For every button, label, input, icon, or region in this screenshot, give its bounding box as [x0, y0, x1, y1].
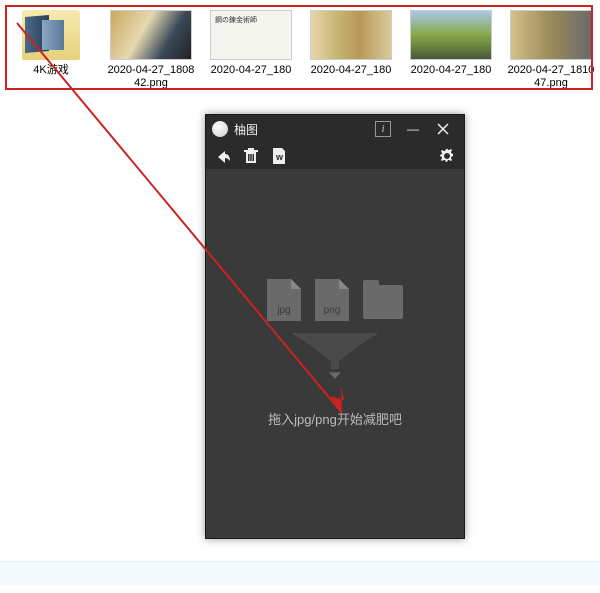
gear-icon — [439, 148, 455, 164]
minimize-icon: — — [407, 122, 419, 136]
drop-area[interactable]: jpg png 拖入jpg/png开始减肥吧 — [206, 169, 464, 538]
file-label: 2020-04-27_180842.png — [106, 64, 196, 90]
folder-icon — [22, 10, 80, 60]
file-item[interactable]: 2020-04-27_180 — [308, 10, 394, 90]
document-button[interactable]: w — [270, 147, 288, 165]
window-title: 柚图 — [234, 121, 258, 138]
back-icon — [215, 148, 231, 164]
png-icon[interactable]: png — [315, 279, 349, 321]
app-window: 柚图 i — w jpg png — [205, 114, 465, 539]
image-thumbnail — [410, 10, 492, 60]
file-item[interactable]: 4K游戏 — [8, 10, 94, 90]
file-label: 2020-04-27_181047.png — [506, 64, 596, 90]
back-button[interactable] — [214, 147, 232, 165]
info-button[interactable]: i — [368, 117, 398, 141]
image-thumbnail — [210, 10, 292, 60]
jpg-icon[interactable]: jpg — [267, 279, 301, 321]
toolbar: w — [206, 143, 464, 169]
file-label: 2020-04-27_180 — [406, 64, 496, 77]
trash-icon — [244, 148, 258, 164]
status-bar — [0, 561, 600, 585]
close-button[interactable] — [428, 117, 458, 141]
funnel-icon — [280, 329, 390, 379]
image-thumbnail — [510, 10, 592, 60]
titlebar[interactable]: 柚图 i — — [206, 115, 464, 143]
file-item[interactable]: 2020-04-27_180842.png — [108, 10, 194, 90]
close-icon — [437, 123, 449, 135]
svg-text:w: w — [275, 152, 284, 162]
document-icon: w — [272, 148, 286, 164]
image-thumbnail — [310, 10, 392, 60]
folder-drop-icon[interactable] — [363, 285, 403, 319]
image-thumbnail — [110, 10, 192, 60]
minimize-button[interactable]: — — [398, 117, 428, 141]
drop-hint-text: 拖入jpg/png开始减肥吧 — [268, 409, 402, 428]
app-icon — [212, 121, 228, 137]
settings-button[interactable] — [438, 147, 456, 165]
info-icon: i — [375, 121, 391, 137]
file-label: 2020-04-27_180 — [206, 64, 296, 77]
drop-icons: jpg png — [267, 279, 403, 321]
file-item[interactable]: 2020-04-27_180 — [408, 10, 494, 90]
file-label: 2020-04-27_180 — [306, 64, 396, 77]
file-grid: 4K游戏 2020-04-27_180842.png 2020-04-27_18… — [0, 0, 600, 100]
file-label: 4K游戏 — [6, 64, 96, 77]
file-item[interactable]: 2020-04-27_180 — [208, 10, 294, 90]
file-item[interactable]: 2020-04-27_181047.png — [508, 10, 594, 90]
delete-button[interactable] — [242, 147, 260, 165]
